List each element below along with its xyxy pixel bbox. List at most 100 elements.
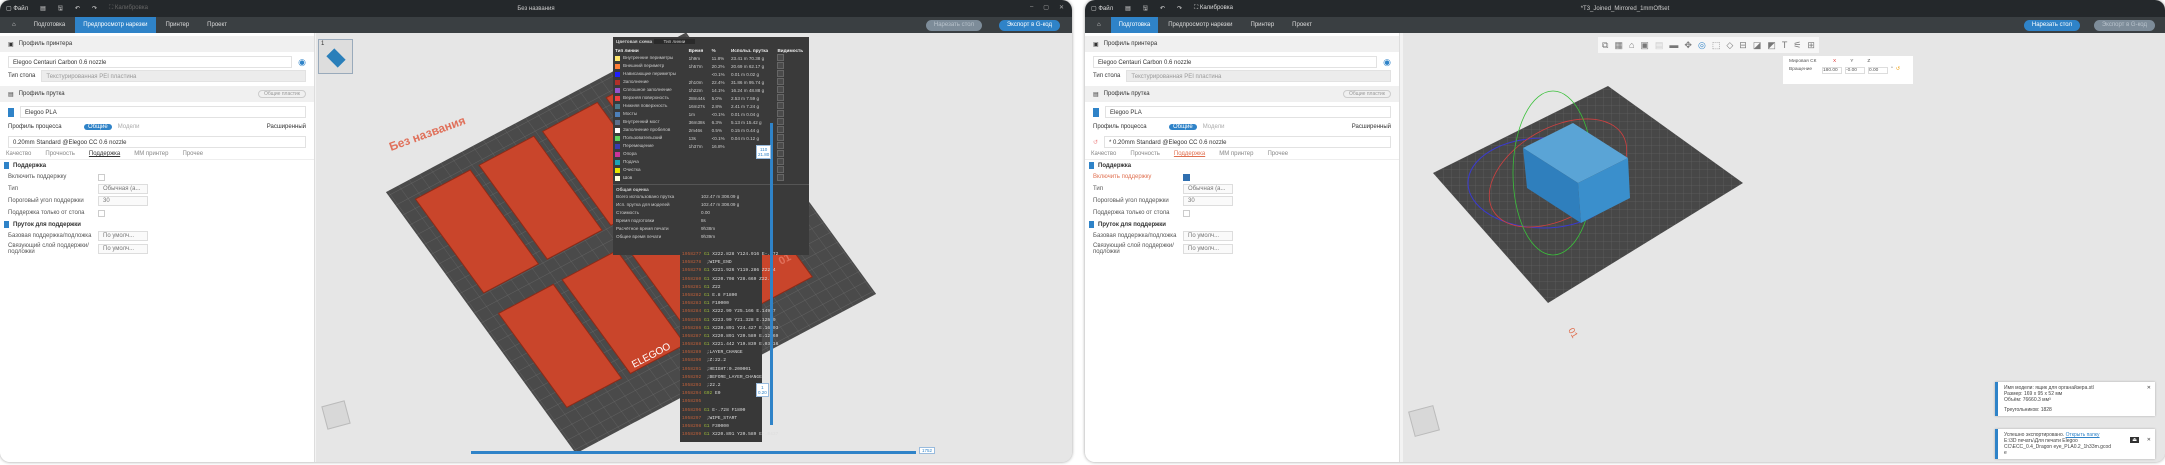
- support-type-select[interactable]: Обычная (а...: [98, 184, 148, 194]
- visibility-checkbox[interactable]: [777, 102, 785, 109]
- gcode-line: 1958279 G1 X221.926 Y119.286 Z22.4: [680, 268, 776, 276]
- gcode-viewer[interactable]: 1958277 G1 X222.828 Y124.916 E-.072 195827…: [680, 252, 778, 442]
- dashboard-icon[interactable]: ▤: [40, 5, 46, 12]
- sync-filament-button[interactable]: Общие пластик: [257, 90, 306, 98]
- minimize-icon[interactable]: –: [1030, 4, 1033, 11]
- support-interface-filament-select[interactable]: По умолч...: [1183, 244, 1233, 254]
- support-base-filament-select[interactable]: По умолч...: [1183, 231, 1233, 241]
- visibility-checkbox[interactable]: [777, 78, 785, 85]
- subtab-multimaterial[interactable]: MM принтер: [134, 151, 168, 157]
- redo-icon[interactable]: ↷: [1177, 5, 1182, 12]
- printer-select[interactable]: Elegoo Centauri Carbon 0.6 nozzle: [8, 56, 293, 68]
- home-icon[interactable]: ⌂: [1089, 17, 1109, 33]
- redo-icon[interactable]: ↷: [92, 5, 97, 12]
- subtab-strength[interactable]: Прочность: [1130, 151, 1160, 157]
- visibility-checkbox[interactable]: [777, 86, 785, 93]
- threshold-angle-input[interactable]: 30: [1183, 196, 1233, 206]
- advanced-toggle[interactable]: Расширенный: [267, 124, 306, 130]
- tab-printer[interactable]: Принтер: [1243, 17, 1283, 33]
- layer-slider[interactable]: [770, 123, 773, 425]
- visibility-checkbox[interactable]: [777, 94, 785, 101]
- export-gcode-button[interactable]: Экспорт в G-код: [2093, 20, 2155, 31]
- tab-project[interactable]: Проект: [1284, 17, 1320, 33]
- support-type-select[interactable]: Обычная (а...: [1183, 184, 1233, 194]
- visibility-checkbox[interactable]: [777, 126, 785, 133]
- save-icon[interactable]: 🖫: [1143, 4, 1148, 14]
- calibration-button[interactable]: ⛶ Калибровка: [1194, 5, 1233, 12]
- export-gcode-button[interactable]: Экспорт в G-код: [998, 20, 1060, 31]
- process-select[interactable]: * 0.20mm Standard @Elegoo CC 0.6 nozzle: [1104, 136, 1391, 148]
- calibration-button[interactable]: ⛶ Калибровка: [109, 5, 148, 12]
- subtab-strength[interactable]: Прочность: [45, 151, 75, 157]
- printer-select[interactable]: Elegoo Centauri Carbon 0.6 nozzle: [1093, 56, 1378, 68]
- move-slider[interactable]: [471, 451, 916, 454]
- visibility-checkbox[interactable]: [777, 118, 785, 125]
- visibility-checkbox[interactable]: [777, 142, 785, 149]
- sync-filament-button[interactable]: Общие пластик: [1342, 90, 1391, 98]
- visibility-checkbox[interactable]: [777, 174, 785, 181]
- tab-preview[interactable]: Предпросмотр нарезки: [75, 17, 156, 33]
- build-plate-only-checkbox[interactable]: [1183, 209, 1190, 217]
- reset-icon[interactable]: ↺: [1093, 139, 1098, 146]
- eject-icon[interactable]: ⏏: [2130, 437, 2139, 443]
- subtab-quality[interactable]: Качество: [6, 151, 31, 157]
- toggle-object[interactable]: Модели: [118, 124, 140, 130]
- filament-select[interactable]: Elegoo PLA: [20, 106, 306, 118]
- visibility-checkbox[interactable]: [777, 70, 785, 77]
- wifi-icon[interactable]: ◉: [298, 57, 306, 68]
- filament-color-swatch[interactable]: [1093, 107, 1099, 117]
- tab-project[interactable]: Проект: [199, 17, 235, 33]
- undo-icon[interactable]: ↶: [75, 5, 80, 12]
- close-icon[interactable]: ✕: [2147, 437, 2151, 443]
- file-menu[interactable]: ▢ Файл: [6, 5, 28, 12]
- filament-profile-header: ▤ Профиль прутка Общие пластик: [0, 86, 314, 102]
- visibility-checkbox[interactable]: [777, 150, 785, 157]
- toggle-global[interactable]: Общие: [1169, 124, 1197, 130]
- subtab-other[interactable]: Прочее: [1267, 151, 1288, 157]
- enable-support-checkbox[interactable]: [1183, 173, 1190, 181]
- subtab-support[interactable]: Поддержка: [1174, 151, 1205, 157]
- slice-plate-button[interactable]: Нарезать стол: [925, 20, 982, 31]
- 3d-prepare-viewport[interactable]: ⧉ ▦ ⌂ ▣ ▤ ▬ ✥ ◎ ⬚ ◇ ⊟ ◪ ◩ T ⚟ ⊞ Мировая СК X Y Z Вращение…: [1403, 33, 2165, 462]
- save-icon[interactable]: 🖫: [58, 4, 63, 14]
- 3d-preview-viewport[interactable]: 1 Без названия 01 ELEGOO Цветовая схема …: [316, 33, 1072, 462]
- subtab-multimaterial[interactable]: MM принтер: [1219, 151, 1253, 157]
- subtab-support[interactable]: Поддержка: [89, 151, 120, 157]
- enable-support-checkbox[interactable]: [98, 173, 105, 181]
- maximize-icon[interactable]: ▢: [1043, 4, 1049, 11]
- support-base-filament-select[interactable]: По умолч...: [98, 231, 148, 241]
- file-menu[interactable]: ▢ Файл: [1091, 5, 1113, 12]
- color-scheme-select[interactable]: Тип линии: [653, 39, 696, 44]
- subtab-other[interactable]: Прочее: [182, 151, 203, 157]
- subtab-quality[interactable]: Качество: [1091, 151, 1116, 157]
- home-icon[interactable]: ⌂: [4, 17, 24, 33]
- process-select[interactable]: 0.20mm Standard @Elegoo CC 0.6 nozzle: [8, 136, 306, 148]
- gcode-command: G1: [704, 268, 710, 274]
- close-icon[interactable]: ✕: [2147, 385, 2151, 391]
- advanced-toggle[interactable]: Расширенный: [1352, 124, 1391, 130]
- tab-prepare[interactable]: Подготовка: [26, 17, 74, 33]
- filament-select[interactable]: Elegoo PLA: [1105, 106, 1391, 118]
- dashboard-icon[interactable]: ▤: [1125, 5, 1131, 12]
- toggle-global[interactable]: Общие: [84, 124, 112, 130]
- visibility-checkbox[interactable]: [777, 110, 785, 117]
- filament-color-swatch[interactable]: [8, 107, 14, 117]
- tab-printer[interactable]: Принтер: [158, 17, 198, 33]
- build-plate-only-checkbox[interactable]: [98, 209, 105, 217]
- wifi-icon[interactable]: ◉: [1383, 57, 1391, 68]
- toggle-object[interactable]: Модели: [1203, 124, 1225, 130]
- bed-type-select[interactable]: Текстурированная PEI пластина: [1126, 70, 1391, 82]
- slice-plate-button[interactable]: Нарезать стол: [2023, 20, 2080, 31]
- tab-prepare[interactable]: Подготовка: [1110, 17, 1159, 33]
- tab-preview[interactable]: Предпросмотр нарезки: [1160, 17, 1240, 33]
- visibility-checkbox[interactable]: [777, 158, 785, 165]
- close-icon[interactable]: ✕: [1059, 4, 1064, 11]
- bed-type-select[interactable]: Текстурированная PEI пластина: [41, 70, 306, 82]
- visibility-checkbox[interactable]: [777, 62, 785, 69]
- threshold-angle-input[interactable]: 30: [98, 196, 148, 206]
- undo-icon[interactable]: ↶: [1160, 5, 1165, 12]
- visibility-checkbox[interactable]: [777, 166, 785, 173]
- visibility-checkbox[interactable]: [777, 54, 785, 61]
- visibility-checkbox[interactable]: [777, 134, 785, 141]
- support-interface-filament-select[interactable]: По умолч...: [98, 244, 148, 254]
